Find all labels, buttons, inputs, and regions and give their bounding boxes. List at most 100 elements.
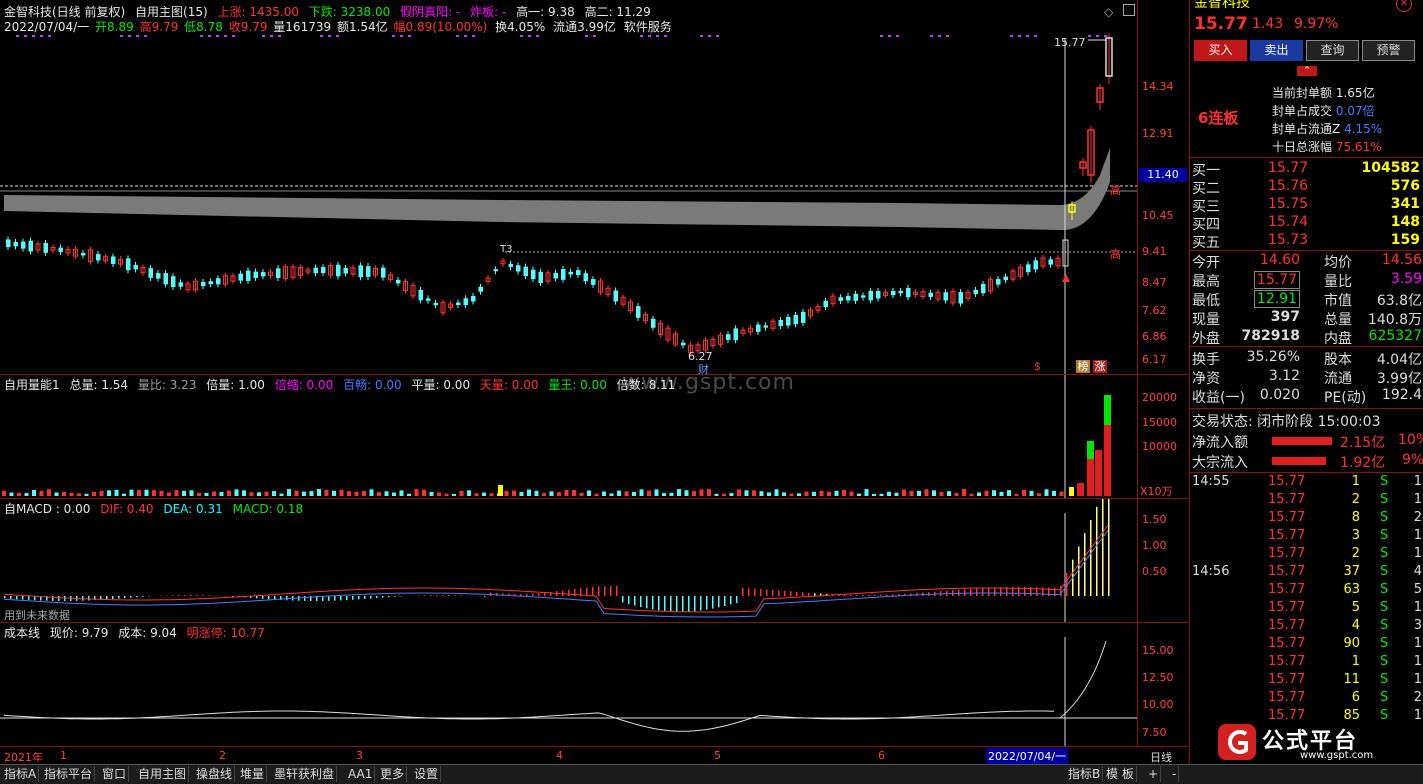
stat-label: 市值	[1324, 290, 1352, 310]
tick-count: 1	[1414, 528, 1422, 543]
divider	[1190, 408, 1423, 409]
macd-bar	[484, 596, 486, 597]
candle-body	[891, 291, 896, 295]
macd-bar	[454, 595, 456, 596]
volume-bar	[167, 492, 171, 496]
buy-button[interactable]: 买入	[1194, 40, 1247, 61]
tick-row: 15.7763S5	[1190, 582, 1423, 600]
signal-dot	[262, 35, 265, 37]
signal-dot	[648, 35, 651, 37]
alert-button[interactable]: 预警	[1362, 40, 1415, 61]
macd-bar	[418, 595, 420, 596]
macd-bar	[808, 593, 810, 596]
bid-level-label: 买四	[1192, 214, 1220, 234]
volume-bar	[992, 490, 996, 496]
bottom-tab[interactable]: 堆量	[238, 766, 267, 782]
volume-bar	[317, 489, 321, 496]
signal-dot	[708, 35, 711, 37]
volume-bar	[1060, 492, 1064, 496]
stat-row: 换手35.26%股本4.04亿	[1190, 349, 1423, 367]
big-inflow-value: 1.92亿	[1340, 452, 1385, 472]
bid-level-label: 买三	[1192, 196, 1220, 216]
bottom-tab[interactable]: 指标平台	[42, 766, 95, 782]
bottom-tab[interactable]: 自用主图	[136, 766, 189, 782]
dollar-badge[interactable]: $	[1034, 360, 1041, 373]
signal-dot	[456, 35, 459, 37]
bottom-tab-right[interactable]: 指标B	[1066, 766, 1103, 782]
collapse-up-icon[interactable]: ⌃	[1297, 66, 1317, 76]
signal-dot	[1088, 35, 1091, 37]
bottom-tab[interactable]: 窗口	[100, 766, 129, 782]
bottom-tab[interactable]: AA1	[346, 766, 375, 782]
stat-row: 现量397总量140.8万	[1190, 309, 1423, 327]
macd-bar	[700, 596, 702, 611]
volume-bar	[25, 493, 29, 496]
macd-bar	[658, 596, 660, 610]
candle-body	[981, 284, 986, 293]
macd-bar	[526, 594, 528, 596]
macd-chart[interactable]	[0, 499, 1137, 622]
bottom-tab[interactable]: 指标A	[2, 766, 39, 782]
date-label: 1	[60, 749, 67, 762]
volume-bar	[1077, 483, 1084, 496]
candle-body	[321, 267, 326, 273]
volume-tick: 15000	[1142, 416, 1186, 429]
bid-row[interactable]: 买一15.77104582	[1190, 160, 1423, 178]
candle-body	[959, 292, 964, 303]
volume-bar	[130, 490, 134, 496]
bid-row[interactable]: 买三15.75341	[1190, 196, 1423, 214]
bottom-tab-right[interactable]: 模 板	[1104, 766, 1137, 782]
macd-bar	[634, 596, 636, 606]
volume-bar	[220, 492, 224, 496]
bottom-tab[interactable]: 操盘线	[194, 766, 235, 782]
close-icon[interactable]: ✕	[1396, 0, 1412, 12]
bid-row[interactable]: 买五15.73159	[1190, 232, 1423, 250]
sell-button[interactable]: 卖出	[1250, 40, 1303, 61]
bid-row[interactable]: 买二15.76576	[1190, 178, 1423, 196]
signal-dot	[208, 35, 211, 37]
macd-bar	[52, 596, 54, 601]
bid-volume: 104582	[1362, 160, 1420, 176]
cost-chart[interactable]	[0, 623, 1137, 746]
bottom-tab-right[interactable]: -	[1170, 766, 1179, 782]
stat-label: 总量	[1324, 309, 1352, 329]
signal-dot	[536, 35, 539, 37]
macd-bar	[352, 596, 354, 600]
bid-row[interactable]: 买四15.74148	[1190, 214, 1423, 232]
limit-badge[interactable]: 涨	[1093, 360, 1107, 373]
macd-bar	[286, 596, 288, 600]
rank-badge[interactable]: 榜	[1076, 360, 1090, 373]
candle-body	[456, 302, 461, 305]
macd-bar	[664, 596, 666, 611]
macd-bar	[886, 595, 888, 596]
macd-bar	[196, 595, 198, 596]
bottom-tab[interactable]: 墨轩获利盘	[272, 766, 337, 782]
tick-price: 15.77	[1268, 546, 1305, 561]
bottom-tab[interactable]: 设置	[412, 766, 441, 782]
volume-bar	[850, 491, 854, 496]
tick-volume: 3	[1352, 528, 1360, 543]
volume-bar	[265, 492, 269, 496]
chart-area[interactable]: 金智科技(日线 前复权) 自用主图(15) 上涨: 1435.00 下跌: 32…	[0, 0, 1188, 764]
volume-bar	[985, 491, 989, 496]
net-inflow-bar	[1272, 437, 1332, 445]
volume-bar	[370, 489, 374, 496]
signal-dot	[700, 35, 703, 37]
bottom-tab[interactable]: 更多	[378, 766, 407, 782]
cost-tick: 10.00	[1142, 698, 1186, 711]
signal-dot	[472, 35, 475, 37]
volume-bar	[805, 491, 809, 496]
tick-side: S	[1380, 546, 1388, 561]
query-button[interactable]: 查询	[1306, 40, 1359, 61]
volume-bar	[407, 494, 411, 496]
period-label[interactable]: 日线	[1150, 749, 1172, 765]
price-chart[interactable]	[0, 0, 1137, 374]
volume-bar	[692, 491, 696, 496]
bottom-tab-right[interactable]: +	[1146, 766, 1161, 782]
tick-side: S	[1380, 672, 1388, 687]
volume-chart[interactable]	[0, 375, 1137, 498]
signal-dot	[1096, 35, 1099, 37]
peak-price-label: 15.77	[1054, 36, 1086, 49]
tick-count: 1	[1414, 492, 1422, 507]
volume-bar	[85, 494, 89, 496]
